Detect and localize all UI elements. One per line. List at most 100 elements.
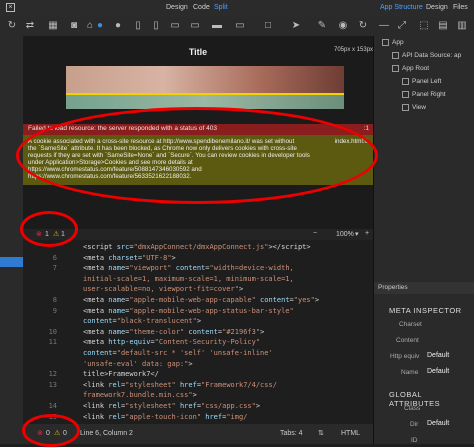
monitor-icon[interactable]: □ — [262, 20, 274, 32]
minus-icon[interactable]: — — [378, 20, 390, 32]
active-line-marker — [0, 257, 23, 267]
apple-icon[interactable]: ● — [94, 20, 106, 32]
sync-icon[interactable]: ⇄ — [24, 20, 36, 32]
chevron-down-icon[interactable]: ▾ — [355, 230, 359, 238]
apple-icon[interactable]: ● — [112, 20, 124, 32]
tab-split[interactable]: Split — [214, 4, 228, 11]
line-number: 13 — [48, 380, 57, 389]
tree-item[interactable]: App Root — [392, 65, 429, 72]
code-line[interactable]: content="default-src * 'self' 'unsafe-in… — [83, 349, 273, 357]
tree-item-label: Panel Left — [412, 78, 442, 86]
name-select[interactable]: Default — [427, 368, 449, 375]
code-line[interactable]: <meta name="viewport" content="width=dev… — [83, 264, 294, 272]
refresh-icon[interactable]: ↻ — [6, 20, 18, 32]
code-line[interactable]: 'unsafe-eval' data: gap:"> — [83, 360, 193, 368]
class-label: Class — [404, 405, 421, 412]
tree-item-label: App Root — [402, 65, 430, 73]
app-title: Title — [188, 47, 208, 57]
element-icon — [382, 39, 389, 46]
tablet-icon[interactable]: ▭ — [169, 20, 181, 32]
dir-label: Dir — [410, 421, 419, 428]
code-line[interactable]: <meta name="apple-mobile-web-app-capable… — [83, 296, 319, 304]
tab-app-structure[interactable]: App Structure — [380, 4, 423, 11]
line-number: 11 — [48, 338, 57, 347]
code-line[interactable]: <meta name="theme-color" content="#2196f… — [83, 328, 264, 336]
select-icon[interactable]: ⬚ — [418, 20, 430, 32]
phone-icon[interactable]: ▯ — [132, 20, 144, 32]
toolbar: ↻ ⇄ ▦ ◙ ⌂ ● ● ▯ ▯ ▭ ▭ ▬ ▭ □ ➤ ✎ ◉ ↻ — ⤢ … — [0, 17, 474, 37]
code-line[interactable]: content="black-translucent"> — [83, 317, 201, 325]
preview-image — [66, 66, 344, 94]
code-line[interactable]: user-scalable=no, viewport-fit=cover"> — [83, 285, 243, 293]
chevron-up-down-icon[interactable]: ⇅ — [318, 429, 324, 437]
code-line[interactable]: title>Framework7</ — [83, 370, 159, 378]
tablet-icon[interactable]: ▭ — [189, 20, 201, 32]
tree-item-label: App — [392, 39, 404, 47]
error-source[interactable]: :1 — [364, 125, 369, 132]
title-bar: × Design Code Split App Structure Design… — [0, 0, 474, 17]
layout-icon[interactable]: ▤ — [437, 20, 449, 32]
http-equiv-select[interactable]: Default — [427, 352, 449, 359]
annotation-ellipse-console — [16, 107, 378, 204]
layout-icon[interactable]: ▥ — [456, 20, 468, 32]
language-mode[interactable]: HTML — [341, 430, 360, 437]
code-line[interactable]: <script src="dmxAppConnect/dmxAppConnect… — [83, 243, 311, 251]
cursor-position: Line 6, Column 2 — [80, 430, 133, 437]
grid-icon[interactable]: ▦ — [47, 20, 59, 32]
element-icon — [402, 104, 409, 111]
pen-icon[interactable]: ✎ — [316, 20, 328, 32]
tree-item[interactable]: Panel Left — [402, 78, 441, 85]
close-icon[interactable]: × — [6, 3, 15, 12]
charset-label: Charset — [399, 321, 422, 328]
line-number: 14 — [48, 402, 57, 410]
line-number: 10 — [48, 327, 57, 336]
element-icon — [392, 52, 399, 59]
tree-item[interactable]: View — [402, 104, 426, 111]
element-icon — [402, 91, 409, 98]
code-line[interactable]: <meta name="apple-mobile-web-app-status-… — [83, 307, 294, 315]
code-line[interactable]: <link rel="stylesheet" href="Framework7/… — [83, 381, 277, 389]
code-line[interactable]: <link rel="apple-touch-icon" href="img/ — [83, 413, 247, 421]
tab-files[interactable]: Files — [453, 4, 468, 11]
line-number: 6 — [52, 253, 57, 262]
tab-size[interactable]: Tabs: 4 — [280, 430, 303, 437]
meta-inspector-title: META INSPECTOR — [389, 306, 462, 315]
monitor-icon[interactable]: ▭ — [234, 20, 246, 32]
id-label: ID — [411, 437, 418, 444]
zoom-in-icon[interactable]: + — [365, 230, 369, 237]
code-line[interactable]: <meta charset="UTF-8"> — [83, 254, 176, 262]
code-line[interactable]: <meta http-equiv="Content-Security-Polic… — [83, 338, 260, 346]
tab-code[interactable]: Code — [193, 4, 210, 11]
refresh-icon[interactable]: ↻ — [357, 20, 369, 32]
cursor-icon[interactable]: ➤ — [290, 20, 302, 32]
desktop-icon[interactable]: ▬ — [211, 20, 223, 32]
line-number: 7 — [52, 264, 57, 273]
left-gutter-strip — [0, 36, 23, 444]
line-number: 12 — [48, 370, 57, 379]
line-number: 8 — [52, 296, 57, 304]
right-panel: App API Data Source: ap App Root Panel Left… — [373, 36, 474, 444]
tab-right-design[interactable]: Design — [426, 4, 448, 11]
element-icon — [402, 78, 409, 85]
tree-item[interactable]: App — [382, 39, 404, 46]
camera-icon[interactable]: ◙ — [68, 20, 80, 32]
tree-item[interactable]: Panel Right — [402, 91, 446, 98]
phone-icon[interactable]: ▯ — [150, 20, 162, 32]
element-icon — [392, 65, 399, 72]
annotation-ellipse-counts — [20, 211, 78, 247]
code-line[interactable]: framework7.bundle.min.css"> — [83, 391, 197, 399]
tree-item[interactable]: API Data Source: ap — [392, 52, 461, 59]
http-equiv-label: Http equiv — [390, 353, 420, 360]
code-editor[interactable]: <script src="dmxAppConnect/dmxAppConnect… — [23, 240, 373, 424]
code-line[interactable]: <link rel="stylesheet" href="css/app.css… — [83, 402, 260, 410]
line-number: 9 — [52, 306, 57, 315]
expand-icon[interactable]: ⤢ — [396, 20, 408, 32]
eye-icon[interactable]: ◉ — [337, 20, 349, 32]
dir-select[interactable]: Default — [427, 420, 449, 427]
zoom-level[interactable]: 100% — [336, 231, 354, 238]
zoom-out-icon[interactable]: − — [313, 230, 317, 237]
properties-header: Properties — [374, 282, 474, 294]
tab-design[interactable]: Design — [166, 4, 188, 11]
content-label: Content — [396, 337, 419, 344]
code-line[interactable]: initial-scale=1, maximum-scale=1, minimu… — [83, 275, 294, 283]
